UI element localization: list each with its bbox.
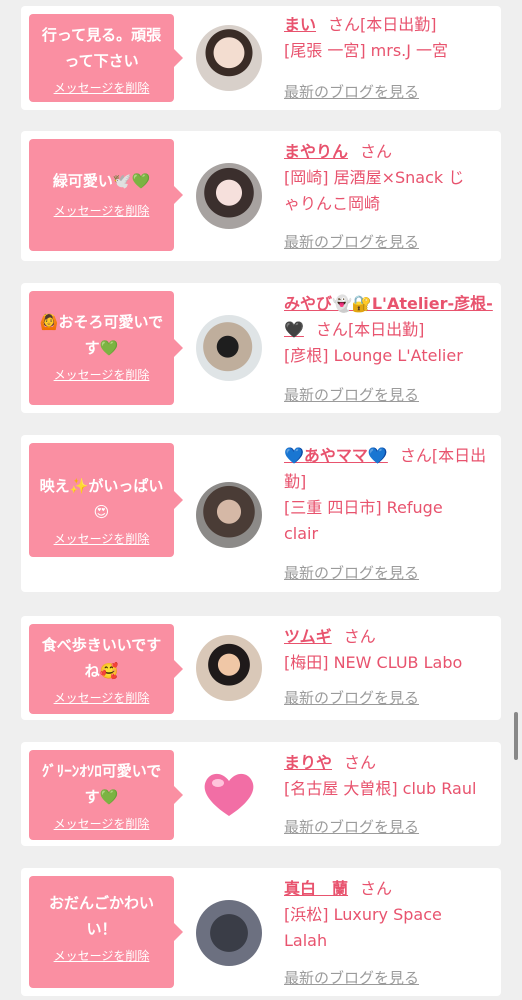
girl-info: みやび👻🔐L'Atelier-彦根-🖤 さん[本日出勤] [彦根] Lounge … <box>284 291 494 369</box>
list-item: 行って見る。頑張 って下さい メッセージを削除 まい さん[本日出勤] [尾張 一… <box>21 6 501 110</box>
latest-blog-link[interactable]: 最新のブログを見る <box>284 687 419 708</box>
honorific: さん <box>315 320 348 339</box>
girl-info: まい さん[本日出勤] [尾張 一宮] mrs.J 一宮 <box>284 12 494 64</box>
shop-info: [彦根] Lounge L'Atelier <box>284 346 463 365</box>
girl-info: 真白 蘭さん [浜松] Luxury Space Lalah <box>284 876 494 954</box>
avatar[interactable] <box>196 482 262 548</box>
message-bubble: 食べ歩きいいです ね🥰 メッセージを削除 <box>29 624 183 714</box>
message-text: 食べ歩きいいです ね🥰 <box>41 636 162 680</box>
latest-blog-link[interactable]: 最新のブログを見る <box>284 816 419 837</box>
avatar[interactable] <box>196 635 262 701</box>
avatar[interactable] <box>196 25 262 91</box>
girl-name-link[interactable]: まやりん <box>284 142 348 161</box>
honorific: さん <box>328 15 361 34</box>
girl-info: まやりん さん [岡崎] 居酒屋×Snack じ ゃりんこ岡崎 <box>284 139 494 217</box>
message-bubble: 行って見る。頑張 って下さい メッセージを削除 <box>29 14 183 102</box>
delete-message-link[interactable]: メッセージを削除 <box>29 690 174 706</box>
scrollbar-thumb[interactable] <box>514 712 518 760</box>
delete-message-link[interactable]: メッセージを削除 <box>29 203 174 219</box>
avatar[interactable] <box>196 900 262 966</box>
honorific: さん <box>399 446 432 465</box>
shop-info: Lalah <box>284 931 328 950</box>
avatar[interactable] <box>196 761 262 827</box>
shop-info: [名古屋 大曽根] club Raul <box>284 779 477 798</box>
honorific: さん <box>360 142 393 161</box>
list-item: 🙆おそろ可愛いで す💚 メッセージを削除 みやび👻🔐L'Atelier-彦根-🖤… <box>21 283 501 413</box>
latest-blog-link[interactable]: 最新のブログを見る <box>284 384 419 405</box>
honorific: さん <box>343 627 376 646</box>
working-today-badge: [本日出勤] <box>360 15 437 34</box>
message-text: ｸﾞﾘｰﾝｵｿﾛ可愛いで す💚 <box>41 762 162 806</box>
latest-blog-link[interactable]: 最新のブログを見る <box>284 231 419 252</box>
delete-message-link[interactable]: メッセージを削除 <box>29 80 174 96</box>
list-item: 映え✨がいっぱい 😍 メッセージを削除 💙あやママ💙 さん[本日出勤] [三重 四… <box>21 435 501 592</box>
delete-message-link[interactable]: メッセージを削除 <box>29 948 174 964</box>
latest-blog-link[interactable]: 最新のブログを見る <box>284 967 419 988</box>
girl-name-link[interactable]: まい <box>284 15 316 34</box>
delete-message-link[interactable]: メッセージを削除 <box>29 816 174 832</box>
delete-message-link[interactable]: メッセージを削除 <box>29 367 174 383</box>
latest-blog-link[interactable]: 最新のブログを見る <box>284 562 419 583</box>
delete-message-link[interactable]: メッセージを削除 <box>29 531 174 547</box>
latest-blog-link[interactable]: 最新のブログを見る <box>284 81 419 102</box>
message-bubble: 緑可愛い🕊️💚 メッセージを削除 <box>29 139 183 251</box>
shop-info: clair <box>284 524 319 543</box>
message-bubble: 映え✨がいっぱい 😍 メッセージを削除 <box>29 443 183 557</box>
message-bubble: 🙆おそろ可愛いで す💚 メッセージを削除 <box>29 291 183 405</box>
girl-name-link[interactable]: まりや <box>284 753 332 772</box>
message-feed: 行って見る。頑張 って下さい メッセージを削除 まい さん[本日出勤] [尾張 一… <box>0 0 522 1000</box>
message-text: 映え✨がいっぱい 😍 <box>39 477 164 521</box>
list-item: おだんごかわい い！ メッセージを削除 真白 蘭さん [浜松] Luxury S… <box>21 868 501 996</box>
message-text: おだんごかわい い！ <box>48 894 154 938</box>
shop-info: [梅田] NEW CLUB Labo <box>284 653 463 672</box>
girl-info: ツムギ さん [梅田] NEW CLUB Labo <box>284 624 494 676</box>
message-bubble: おだんごかわい い！ メッセージを削除 <box>29 876 183 988</box>
girl-name-link[interactable]: 💙あやママ💙 <box>284 446 388 465</box>
shop-info: [岡崎] 居酒屋×Snack じ <box>284 168 465 187</box>
working-today-badge: [本日出勤] <box>347 320 425 339</box>
girl-name-link[interactable]: ツムギ <box>284 627 332 646</box>
list-item: ｸﾞﾘｰﾝｵｿﾛ可愛いで す💚 メッセージを削除 まりや さん [名古屋 大曽根]… <box>21 742 501 846</box>
honorific: さん <box>360 879 393 898</box>
message-text: 🙆おそろ可愛いで す💚 <box>39 313 164 357</box>
list-item: 緑可愛い🕊️💚 メッセージを削除 まやりん さん [岡崎] 居酒屋×Snack じ… <box>21 131 501 261</box>
avatar[interactable] <box>196 163 262 229</box>
shop-info: [三重 四日市] Refuge <box>284 498 443 517</box>
girl-info: まりや さん [名古屋 大曽根] club Raul <box>284 750 494 802</box>
avatar[interactable] <box>196 315 262 381</box>
message-text: 緑可愛い🕊️💚 <box>52 172 151 190</box>
heart-avatar-icon <box>204 773 254 816</box>
message-bubble: ｸﾞﾘｰﾝｵｿﾛ可愛いで す💚 メッセージを削除 <box>29 750 183 840</box>
list-item: 食べ歩きいいです ね🥰 メッセージを削除 ツムギ さん [梅田] NEW CLUB… <box>21 616 501 720</box>
girl-info: 💙あやママ💙 さん[本日出勤] [三重 四日市] Refuge clair <box>284 443 494 547</box>
honorific: さん <box>344 753 377 772</box>
girl-name-link[interactable]: 真白 蘭 <box>284 879 348 898</box>
shop-info: [尾張 一宮] mrs.J 一宮 <box>284 41 449 60</box>
shop-info: ゃりんこ岡崎 <box>284 194 381 213</box>
message-text: 行って見る。頑張 って下さい <box>41 26 162 70</box>
shop-info: [浜松] Luxury Space <box>284 905 442 924</box>
